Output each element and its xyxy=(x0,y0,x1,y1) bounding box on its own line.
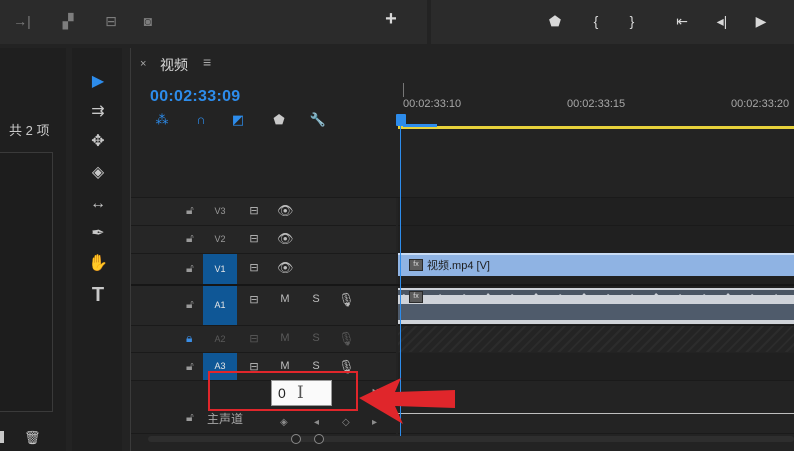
step-back-icon[interactable]: ◂| xyxy=(712,12,732,30)
prev-keyframe-icon[interactable]: ◂ xyxy=(314,417,319,428)
playhead-handle[interactable] xyxy=(396,114,406,126)
add-button[interactable]: + xyxy=(381,9,401,29)
fx-badge: fx xyxy=(409,291,423,303)
ripple-edit-tool-icon[interactable]: ✥ xyxy=(84,130,112,154)
lock-icon[interactable]: 🔓︎ xyxy=(186,359,194,374)
track-master[interactable] xyxy=(398,381,794,434)
scroll-handle-left[interactable] xyxy=(291,434,301,444)
lock-icon[interactable]: 🔓︎ xyxy=(186,410,194,425)
razor-tool-icon[interactable]: ◈ xyxy=(84,161,112,185)
link-clips-icon[interactable]: ▞ xyxy=(58,12,78,30)
lock-icon[interactable]: 🔓︎ xyxy=(186,261,194,276)
sync-lock-icon[interactable]: ⊟ xyxy=(246,261,262,274)
in-point-icon[interactable]: { xyxy=(586,12,606,30)
video-clip-label: 视频.mp4 [V] xyxy=(427,260,490,272)
track-header-a1[interactable] xyxy=(131,286,396,326)
snap-icon[interactable]: ∩ xyxy=(192,112,210,128)
trash-icon[interactable]: 🗑 xyxy=(24,430,41,446)
keyframe-menu-icon[interactable]: ◈ xyxy=(280,417,288,428)
solo-button[interactable]: S xyxy=(308,293,324,305)
empty-track-space xyxy=(131,131,794,198)
lock-icon[interactable]: 🔓︎ xyxy=(186,297,194,312)
solo-button[interactable]: S xyxy=(308,332,324,344)
master-volume-line[interactable] xyxy=(398,413,794,414)
horizontal-scrollbar[interactable] xyxy=(148,436,794,442)
sync-lock-icon[interactable]: ⊟ xyxy=(246,293,262,306)
mute-button[interactable]: M xyxy=(277,293,293,305)
marker-icon[interactable]: ⬟ xyxy=(545,12,565,30)
nest-icon[interactable]: ⁂ xyxy=(153,112,171,128)
sync-lock-icon[interactable]: ⊟ xyxy=(246,204,262,217)
microphone-icon[interactable]: 🎙︎ xyxy=(338,292,355,308)
eye-icon[interactable]: 👁︎ xyxy=(277,231,294,247)
new-item-icon[interactable] xyxy=(0,431,4,443)
panel-menu-icon[interactable]: ≡ xyxy=(203,54,211,70)
go-to-in-icon[interactable]: ⇤ xyxy=(672,12,692,30)
playhead-timecode[interactable]: 00:02:33:09 xyxy=(150,88,240,106)
ruler-tick xyxy=(403,83,404,97)
selection-tool-icon[interactable]: ▶ xyxy=(84,70,112,94)
wrench-icon[interactable]: 🔧 xyxy=(309,112,327,128)
ruler-label: 00:02:33:15 xyxy=(567,98,626,110)
sync-lock-icon[interactable]: ⊟ xyxy=(246,232,262,245)
eye-icon[interactable]: 👁︎ xyxy=(277,260,294,276)
track-name-v3[interactable]: V3 xyxy=(203,206,237,216)
lock-icon[interactable]: 🔓︎ xyxy=(186,203,194,218)
sequence-tab-title[interactable]: 视频 xyxy=(160,55,188,75)
export-frame-icon[interactable]: ⊟ xyxy=(101,12,121,30)
microphone-icon[interactable]: 🎙︎ xyxy=(338,331,355,347)
project-bin-list[interactable] xyxy=(0,152,53,412)
camera-icon[interactable]: ◙ xyxy=(138,12,158,30)
track-header-a2[interactable] xyxy=(131,326,396,353)
add-marker-icon[interactable]: ⬟ xyxy=(270,112,288,128)
ruler-label: 00:02:33:10 xyxy=(403,98,462,110)
pen-tool-icon[interactable]: ✒ xyxy=(84,222,112,246)
track-v3[interactable] xyxy=(398,198,794,226)
insert-arrow-icon[interactable]: →| xyxy=(12,12,32,30)
hand-tool-icon[interactable]: ✋ xyxy=(84,252,112,276)
scroll-handle-right[interactable] xyxy=(314,434,324,444)
track-name-v1[interactable]: V1 xyxy=(203,254,237,284)
out-point-icon[interactable]: } xyxy=(622,12,642,30)
play-icon[interactable]: ▶ xyxy=(751,12,771,30)
type-tool-icon[interactable]: T xyxy=(84,283,112,307)
track-header-v2[interactable] xyxy=(131,226,396,254)
program-toolbar: ⬟ { } ⇤ ◂| ▶ xyxy=(431,0,794,44)
eye-icon[interactable]: 👁︎ xyxy=(277,203,294,219)
track-header-v3[interactable] xyxy=(131,198,396,226)
sync-lock-icon[interactable]: ⊟ xyxy=(246,332,262,345)
mute-button[interactable]: M xyxy=(277,332,293,344)
slip-tool-icon[interactable]: ↔ xyxy=(84,192,112,216)
source-toolbar: →| ▞ ⊟ ◙ + xyxy=(0,0,427,44)
in-out-range xyxy=(403,124,437,127)
track-select-tool-icon[interactable]: ⇉ xyxy=(84,100,112,124)
track-name-v2[interactable]: V2 xyxy=(203,234,237,244)
text-cursor-icon: I xyxy=(297,383,304,403)
fx-badge: fx xyxy=(409,259,423,271)
lock-icon[interactable]: 🔓︎ xyxy=(186,231,194,246)
locked-icon[interactable]: 🔒︎ xyxy=(186,331,192,346)
linked-selection-icon[interactable]: ◩ xyxy=(229,112,247,128)
track-name-a1[interactable]: A1 xyxy=(203,286,237,325)
track-name-a2[interactable]: A2 xyxy=(203,334,237,344)
track-header-v1[interactable] xyxy=(131,254,396,285)
project-item-count: 共 2 项 xyxy=(9,123,50,138)
track-v2[interactable] xyxy=(398,226,794,254)
work-area-bar[interactable] xyxy=(398,126,794,129)
close-tab-icon[interactable]: × xyxy=(140,58,146,70)
annotation-arrow-icon xyxy=(359,378,455,424)
waveform xyxy=(398,290,794,320)
ruler-label: 00:02:33:20 xyxy=(731,98,790,110)
add-keyframe-icon[interactable]: ◇ xyxy=(342,417,350,428)
track-a2[interactable] xyxy=(398,326,794,352)
master-track-label: 主声道 xyxy=(207,412,244,426)
track-a3[interactable] xyxy=(398,353,794,381)
audio-clip[interactable] xyxy=(398,288,794,324)
